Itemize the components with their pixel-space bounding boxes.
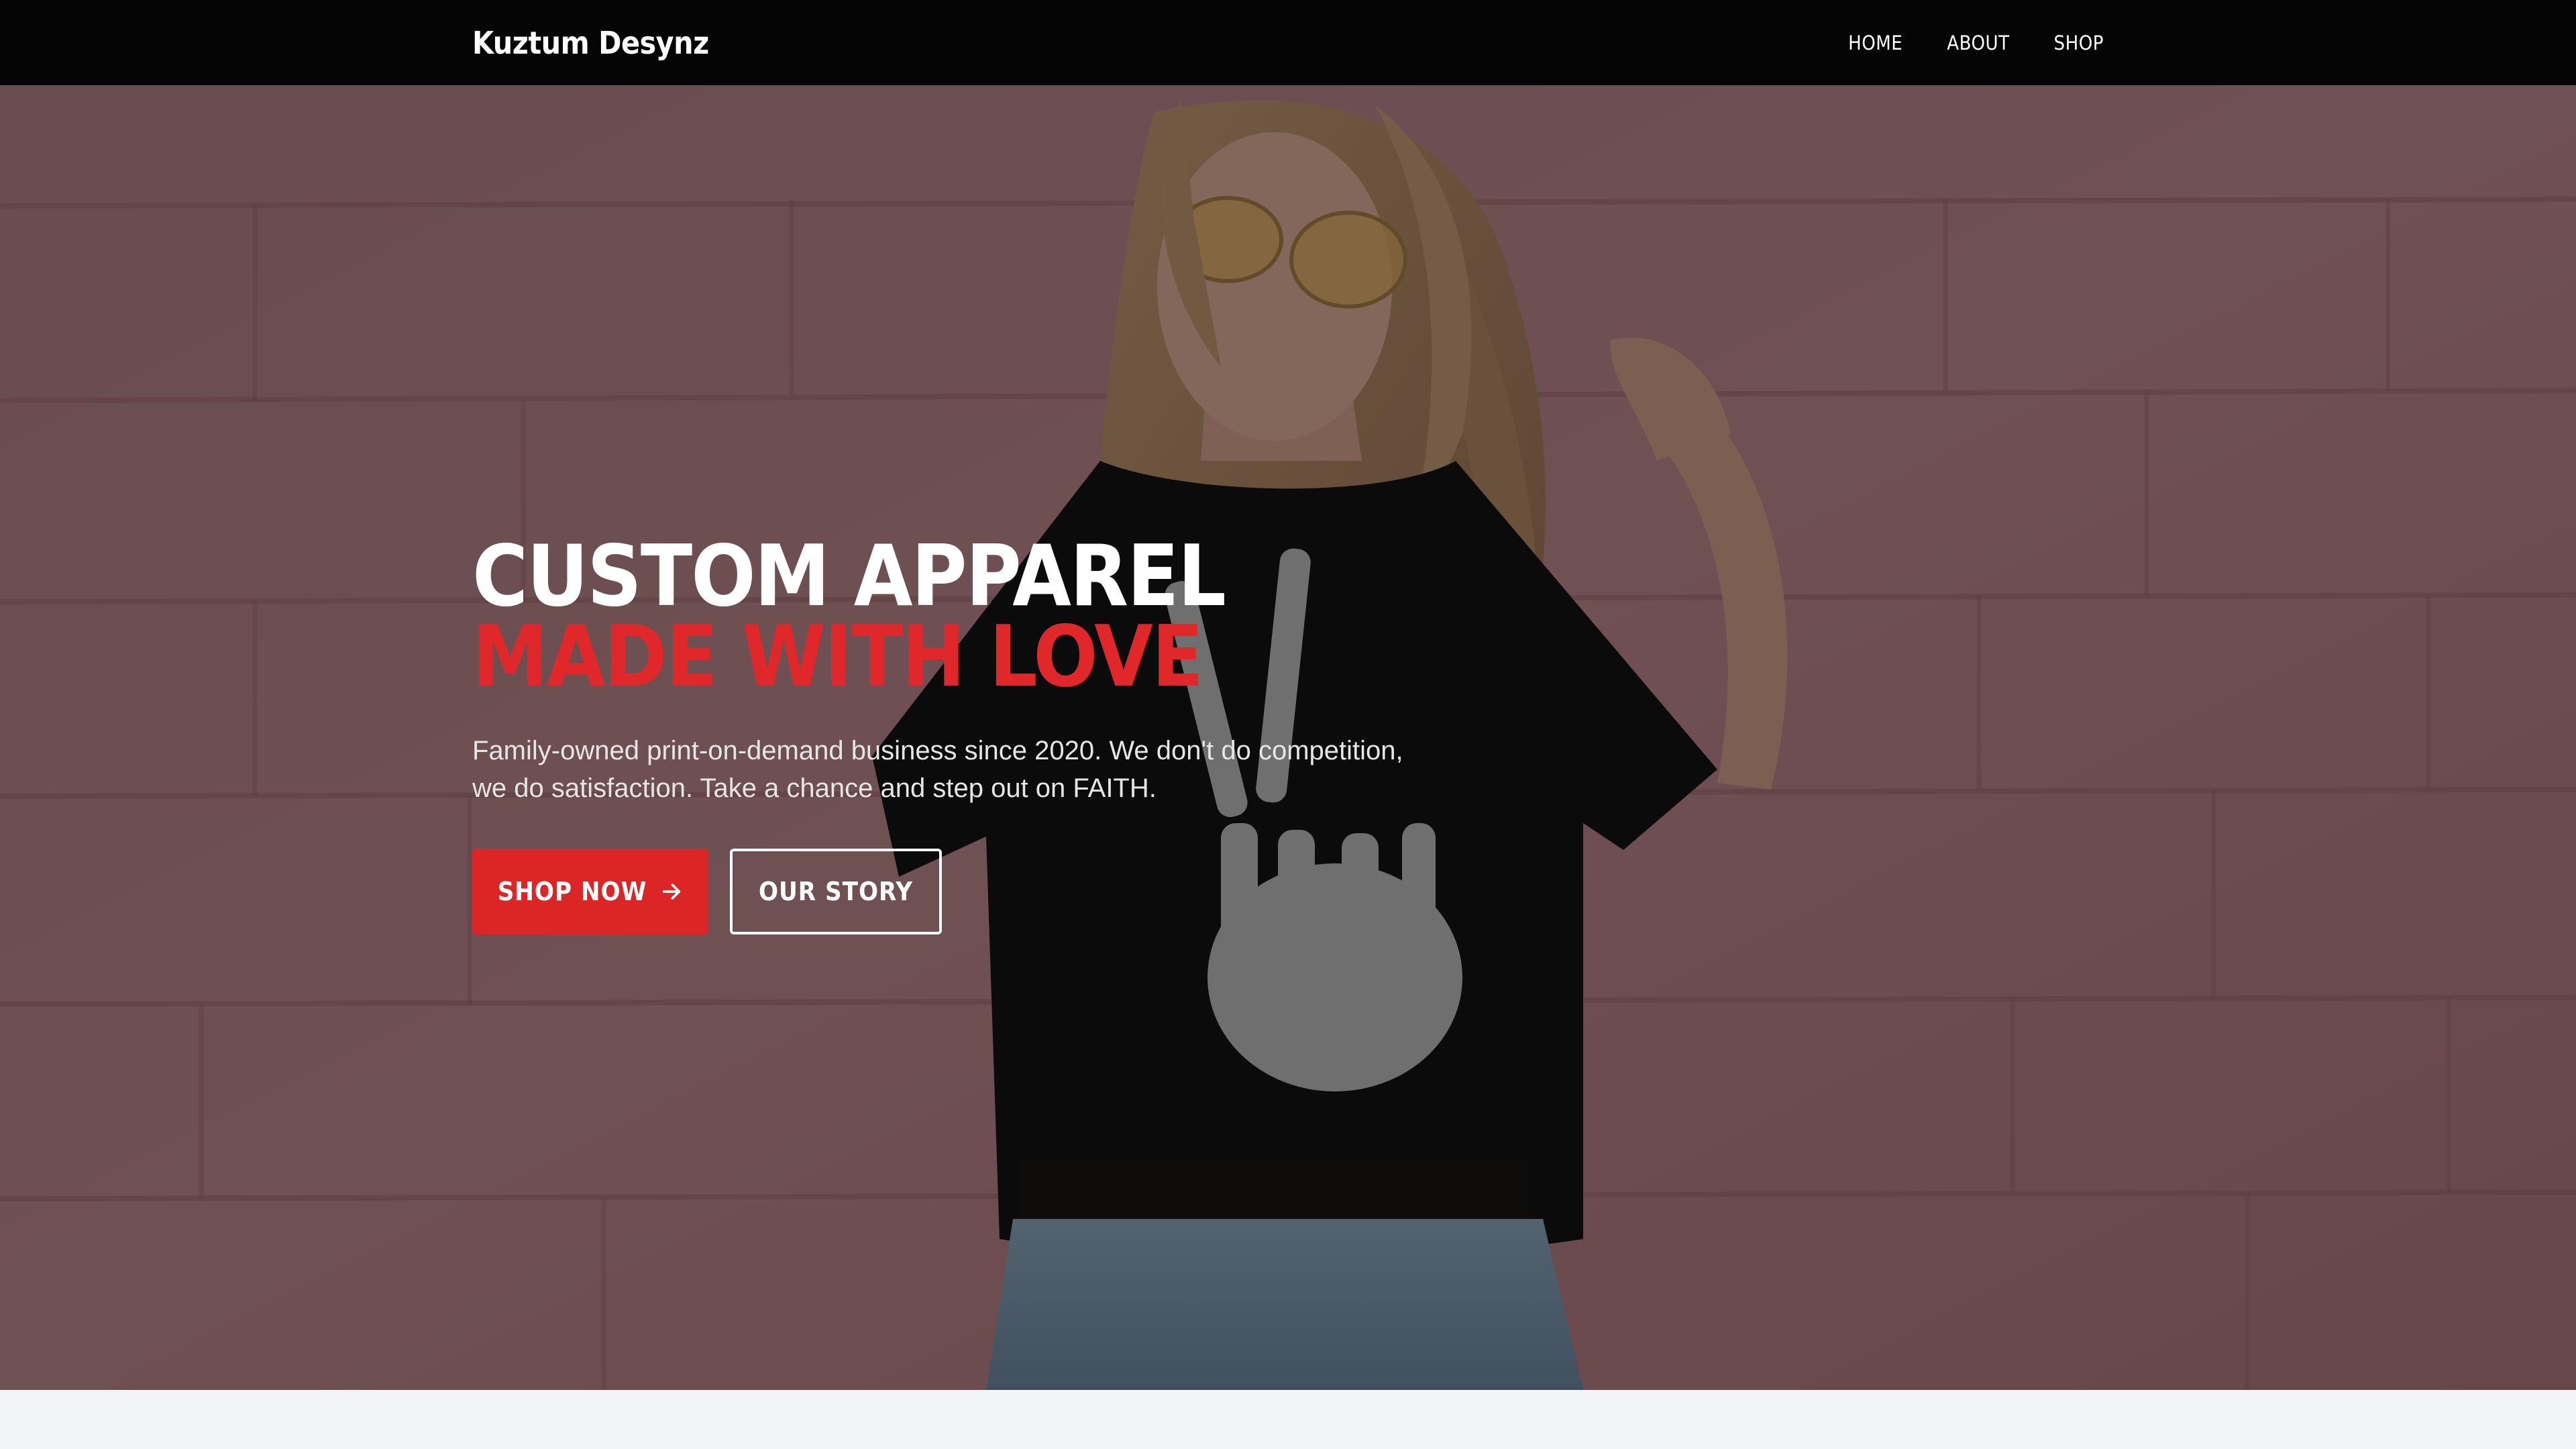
shop-now-label: SHOP NOW [497,877,647,906]
nav-links: HOME ABOUT SHOP [1848,24,2104,62]
nav-link-about[interactable]: ABOUT [1947,32,2009,54]
shop-now-button[interactable]: SHOP NOW [472,849,708,934]
headline-line-1: CUSTOM APPAREL [472,527,1226,625]
top-navbar: Kuztum Desynz HOME ABOUT SHOP [0,0,2576,85]
hero-subtext: Family-owned print-on-demand business si… [472,736,1403,803]
hero-headline: CUSTOM APPAREL MADE WITH LOVE [472,527,1479,706]
brand-logo[interactable]: Kuztum Desynz [472,20,709,66]
our-story-button[interactable]: OUR STORY [730,849,942,934]
hero-cta-row: SHOP NOW OUR STORY [472,849,1479,934]
hero-section: CUSTOM APPAREL MADE WITH LOVE Family-own… [0,85,2576,1390]
next-section [0,1390,2576,1449]
our-story-label: OUR STORY [758,877,914,906]
headline-line-2: MADE WITH LOVE [472,607,1203,706]
nav-link-home[interactable]: HOME [1848,32,1902,54]
nav-link-shop[interactable]: SHOP [2054,32,2104,54]
arrow-right-icon [663,883,681,900]
hero-content: CUSTOM APPAREL MADE WITH LOVE Family-own… [472,527,1479,934]
